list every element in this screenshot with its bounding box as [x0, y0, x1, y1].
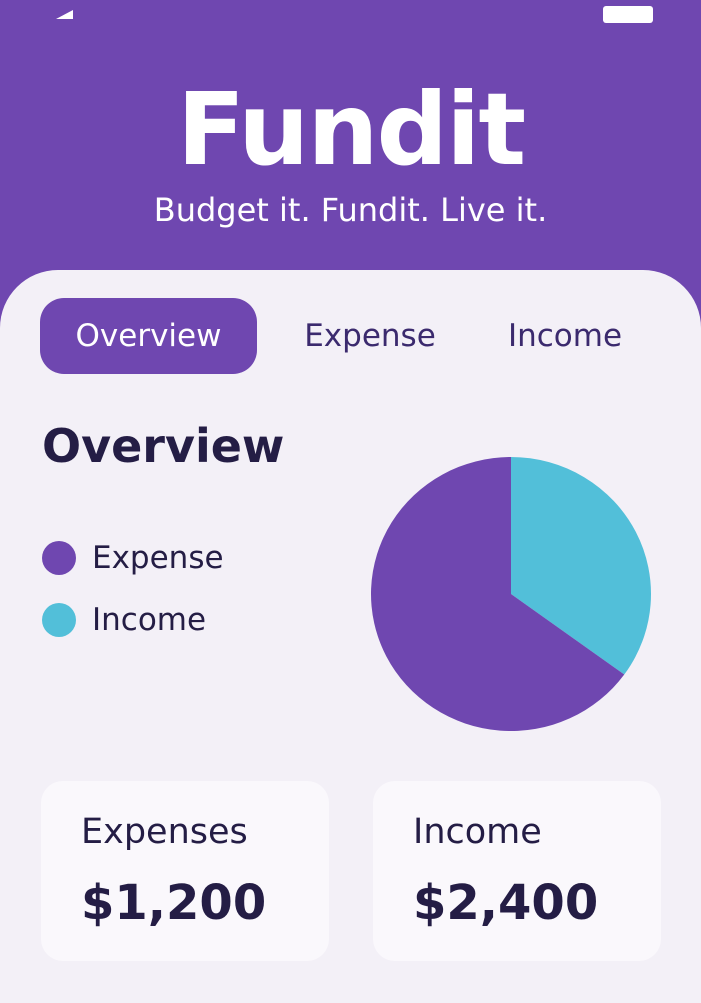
app-header: Fundit Budget it. Fundit. Live it. [0, 0, 701, 290]
income-card-label: Income [413, 812, 542, 852]
chart-legend: Expense Income [42, 536, 342, 660]
tab-expense[interactable]: Expense [285, 298, 455, 374]
legend-label-expense: Expense [92, 540, 224, 576]
main-content: Overview Expense Income Overview Expense… [0, 270, 701, 1003]
pie-chart [370, 457, 651, 731]
legend-item-income: Income [42, 598, 342, 660]
tab-income[interactable]: Income [490, 298, 640, 374]
legend-item-expense: Expense [42, 536, 342, 598]
income-card-value: $2,400 [413, 875, 599, 931]
expenses-card-value: $1,200 [81, 875, 267, 931]
tab-overview[interactable]: Overview [40, 298, 257, 374]
income-card: Income $2,400 [373, 781, 661, 961]
legend-label-income: Income [92, 602, 207, 638]
expenses-card: Expenses $1,200 [41, 781, 329, 961]
expenses-card-label: Expenses [81, 812, 248, 852]
legend-dot-expense [42, 541, 76, 575]
tab-bar: Overview Expense Income [0, 298, 701, 374]
section-title: Overview [42, 419, 285, 473]
app-tagline: Budget it. Fundit. Live it. [153, 191, 548, 229]
app-title: Fundit [176, 71, 526, 188]
legend-dot-income [42, 603, 76, 637]
